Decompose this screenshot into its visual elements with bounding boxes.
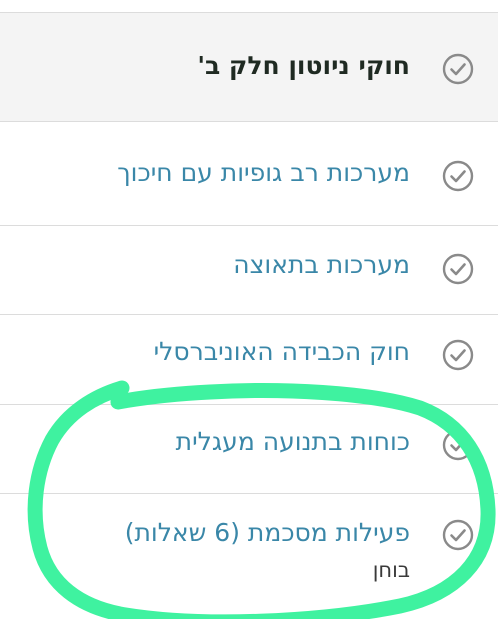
check-circle-icon	[442, 160, 474, 192]
lesson-item[interactable]: מערכות רב גופיות עם חיכוך	[0, 122, 498, 226]
check-circle-icon	[442, 53, 474, 85]
lesson-item[interactable]: כוחות בתנועה מעגלית	[0, 405, 498, 494]
lesson-item[interactable]: מערכות בתאוצה	[0, 226, 498, 315]
lesson-title[interactable]: כוחות בתנועה מעגלית	[176, 427, 410, 456]
lesson-title[interactable]: מערכות רב גופיות עם חיכוך	[117, 158, 410, 187]
lesson-list: חוקי ניוטון חלק ב' מערכות רב גופיות עם ח…	[0, 0, 498, 619]
section-header[interactable]: חוקי ניוטון חלק ב'	[0, 12, 498, 122]
lesson-title[interactable]: פעילות מסכמת (6 שאלות)	[125, 518, 410, 547]
lesson-item[interactable]: פעילות מסכמת (6 שאלות) בוחן	[0, 494, 498, 619]
check-circle-icon	[442, 429, 474, 461]
lesson-title[interactable]: חוק הכבידה האוניברסלי	[154, 337, 410, 366]
check-circle-icon	[442, 253, 474, 285]
section-title: חוקי ניוטון חלק ב'	[197, 51, 410, 80]
lesson-type-label: בוחן	[372, 558, 410, 582]
check-circle-icon	[442, 339, 474, 371]
lesson-item[interactable]: חוק הכבידה האוניברסלי	[0, 315, 498, 405]
lesson-title[interactable]: מערכות בתאוצה	[233, 250, 410, 279]
check-circle-icon	[442, 519, 474, 551]
